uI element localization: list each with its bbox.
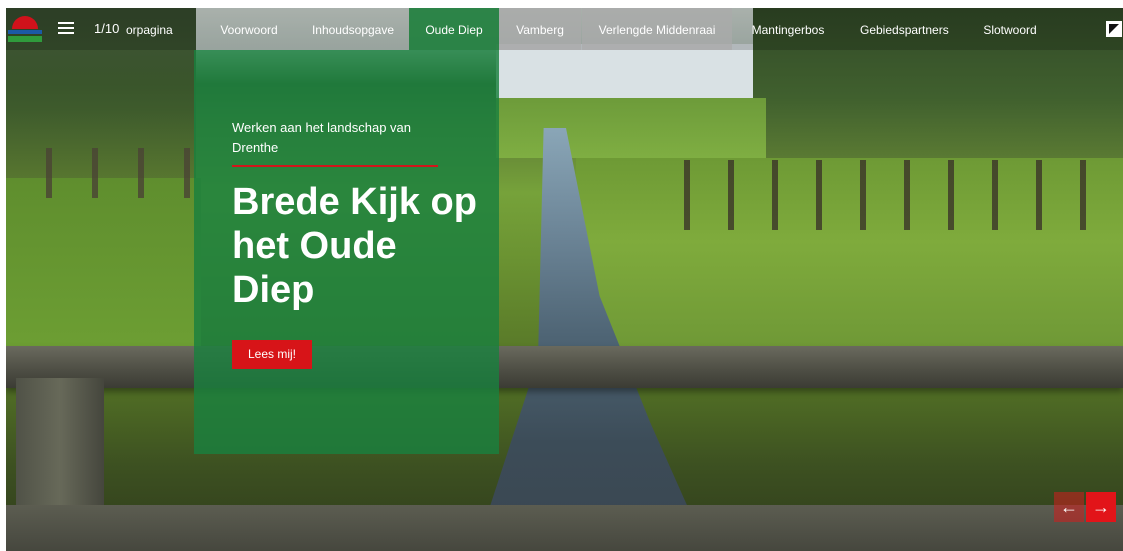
nav-item-mantingerbos[interactable]: Mantingerbos: [734, 8, 842, 50]
bridge-post: [16, 378, 104, 518]
arrow-right-icon[interactable]: →: [1086, 492, 1116, 522]
slide-background: 1/10 orpagina Voorwoord Inhoudsopgave Ou…: [6, 8, 1123, 551]
nav-item-voorpagina[interactable]: orpagina: [120, 8, 179, 50]
read-more-button[interactable]: Lees mij!: [232, 340, 313, 369]
far-field: [496, 98, 766, 158]
bridge-rail: [6, 346, 1123, 388]
hero-panel: Werken aan het landschap van Drenthe Bre…: [194, 50, 499, 454]
hero-headline: Brede Kijk op het Oude Diep: [232, 181, 477, 311]
fence-left: [6, 148, 196, 198]
hero-divider: [232, 165, 438, 167]
nav-item-gebiedspartners[interactable]: Gebiedspartners: [844, 8, 962, 50]
fullscreen-icon[interactable]: [1106, 21, 1122, 37]
page-counter: 1/10: [94, 21, 120, 36]
fence-right: [646, 160, 1116, 230]
nav-item-slotwoord[interactable]: Slotwoord: [964, 8, 1056, 50]
nav-item-verlengde-middenraai[interactable]: Verlengde Middenraai: [582, 8, 732, 50]
bridge-rail-bottom: [6, 505, 1123, 551]
provincie-logo[interactable]: [8, 14, 42, 44]
nav-item-inhoudsopgave[interactable]: Inhoudsopgave: [294, 8, 412, 50]
top-navigation: 1/10 orpagina Voorwoord Inhoudsopgave Ou…: [6, 8, 1123, 50]
nav-item-vamberg[interactable]: Vamberg: [499, 8, 581, 50]
nav-item-voorwoord[interactable]: Voorwoord: [194, 8, 304, 50]
arrow-left-icon[interactable]: ←: [1054, 492, 1084, 522]
hamburger-icon[interactable]: [58, 22, 74, 34]
nav-item-oude-diep[interactable]: Oude Diep: [409, 8, 499, 50]
sky: [496, 44, 766, 102]
hero-subtitle: Werken aan het landschap van Drenthe: [232, 120, 411, 155]
